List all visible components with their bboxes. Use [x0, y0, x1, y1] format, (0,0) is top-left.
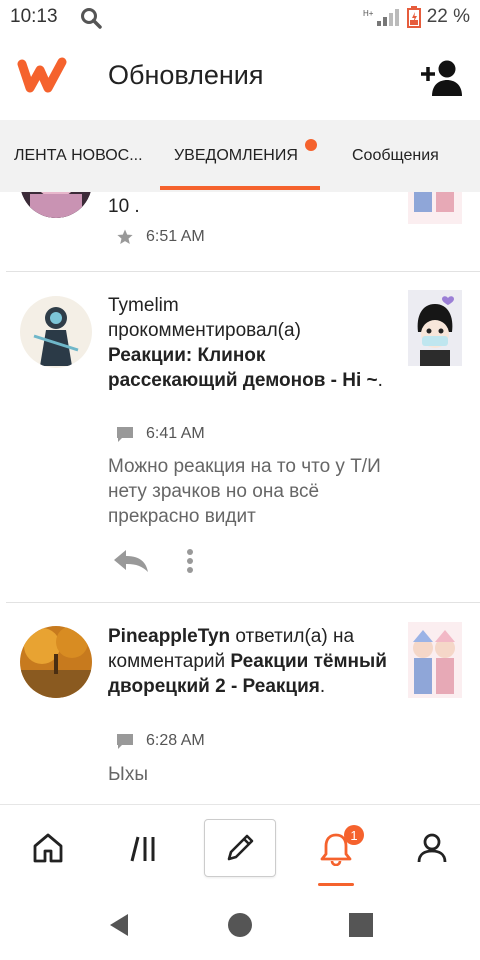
story-cover[interactable]	[408, 290, 462, 366]
home-button-icon[interactable]	[227, 912, 253, 938]
bottom-navigation: 1	[0, 804, 480, 892]
notification-dot	[305, 139, 317, 151]
nav-profile[interactable]	[396, 819, 468, 877]
comment-text: Можно реакция на то что у Т/И нету зрачк…	[108, 456, 381, 527]
notification-time: 6:41 AM	[146, 425, 205, 442]
comment-icon	[117, 734, 133, 749]
notification-actions	[112, 548, 194, 574]
story-cover[interactable]	[408, 192, 462, 224]
nav-library[interactable]	[110, 819, 182, 877]
pencil-icon	[227, 834, 254, 861]
reply-icon[interactable]	[112, 548, 150, 574]
search-icon	[81, 8, 102, 29]
status-bar: 10:13 H+ 22 %	[0, 0, 480, 36]
divider	[6, 271, 480, 272]
tab-news-feed[interactable]: ЛЕНТА НОВОС...	[14, 120, 143, 192]
comment-icon	[117, 427, 133, 442]
notification-action: прокомментировал(а)	[108, 320, 301, 341]
battery-percent: 22 %	[426, 6, 470, 27]
notifications-list[interactable]: 10 . 6:51 AM Tymelim прокомментировал(а)…	[0, 192, 480, 804]
story-title-link[interactable]: Реакции: Клинок рассекающий демонов - Hi…	[108, 345, 378, 391]
divider	[6, 602, 480, 603]
signal-icon: H+	[363, 9, 399, 26]
notification-meta: 6:28 AM	[116, 732, 205, 750]
tab-notifications[interactable]: УВЕДОМЛЕНИЯ	[174, 120, 298, 192]
notification-meta: 6:51 AM	[116, 228, 205, 246]
user-avatar-pineappletyn[interactable]	[20, 626, 92, 698]
recents-icon[interactable]	[348, 912, 374, 938]
svg-text:H+: H+	[363, 9, 374, 18]
user-avatar-tymelim[interactable]	[20, 296, 92, 368]
notification-time: 6:51 AM	[146, 228, 205, 245]
profile-icon	[417, 833, 447, 863]
nav-home[interactable]	[12, 819, 84, 877]
wattpad-logo-icon[interactable]	[16, 56, 68, 96]
star-icon	[117, 229, 133, 244]
battery-icon	[406, 6, 421, 28]
nav-write[interactable]	[204, 819, 276, 877]
story-cover[interactable]	[408, 622, 462, 698]
library-icon	[130, 836, 155, 862]
status-time: 10:13	[10, 6, 58, 27]
notification-badge: 1	[344, 825, 364, 845]
home-icon	[33, 833, 63, 863]
tab-bar: ЛЕНТА НОВОС... УВЕДОМЛЕНИЯ Сообщения	[0, 120, 480, 192]
notification-text: 10 .	[108, 196, 140, 217]
page-title: Обновления	[108, 60, 264, 90]
back-icon[interactable]	[106, 912, 132, 938]
tab-messages[interactable]: Сообщения	[352, 120, 439, 192]
notification-text: Tymelim прокомментировал(а) Реакции: Кли…	[108, 293, 388, 393]
user-avatar[interactable]	[20, 192, 92, 218]
notification-text: PineappleTyn ответил(а) на комментарий Р…	[108, 626, 387, 697]
comment-text: Ыхы	[108, 764, 148, 785]
notification-time: 6:28 AM	[146, 732, 205, 749]
active-tab-indicator	[160, 186, 320, 190]
notification-username[interactable]: Tymelim	[108, 293, 388, 318]
app-header: Обновления	[0, 36, 480, 120]
more-options-icon[interactable]	[186, 548, 194, 574]
add-user-icon[interactable]	[418, 58, 462, 98]
notification-meta: 6:41 AM	[116, 425, 205, 443]
nav-notifications[interactable]: 1	[300, 819, 372, 877]
active-nav-indicator	[318, 883, 354, 886]
status-indicators: H+ 22 %	[363, 6, 470, 28]
system-navigation	[0, 892, 480, 960]
notification-username[interactable]: PineappleTyn	[108, 626, 230, 647]
